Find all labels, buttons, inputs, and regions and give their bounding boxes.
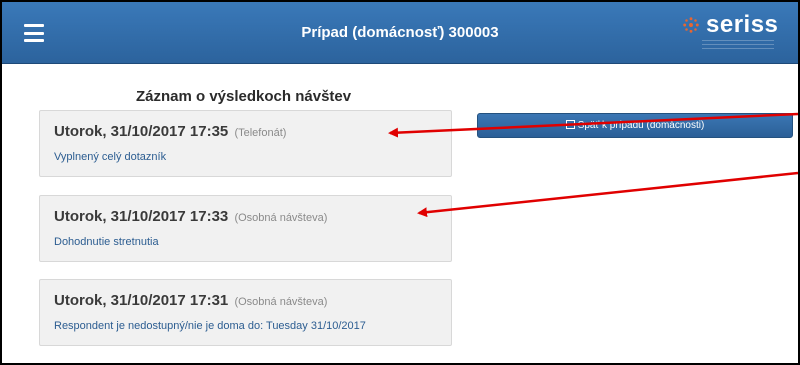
app-window: Prípad (domácnosť) 300003 seriss Záznam … — [0, 0, 800, 365]
annotation-arrow — [388, 112, 798, 138]
annotation-arrows — [388, 112, 798, 218]
annotation-arrow — [417, 171, 798, 218]
